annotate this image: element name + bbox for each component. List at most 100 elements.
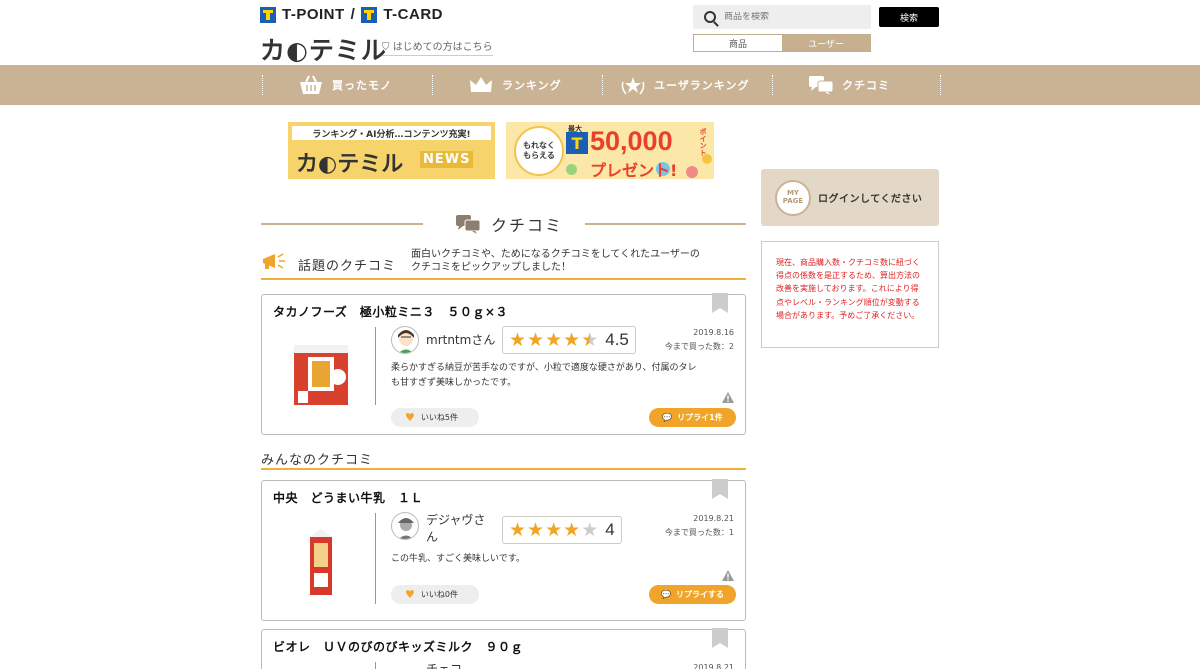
like-count: いいね0件 <box>420 590 458 599</box>
news-banner-top: ランキング・AI分析…コンテンツ充実! <box>292 126 491 140</box>
search-button[interactable]: 検索 <box>879 7 939 27</box>
nav-label: 買ったモノ <box>332 79 392 92</box>
nav-item-bought[interactable]: 買ったモノ <box>298 65 392 105</box>
half-star-icon: ★ <box>581 328 599 351</box>
review-date: 2019.8.21 <box>693 514 734 523</box>
present-circle: もれなく もらえる <box>514 126 564 176</box>
brand-sep: / <box>350 6 356 23</box>
avatar[interactable] <box>391 326 419 354</box>
news-banner[interactable]: ランキング・AI分析…コンテンツ充実! カ◐テミル NEWS <box>288 122 495 179</box>
username[interactable]: デジャヴさ ん <box>426 512 485 546</box>
search-icon <box>704 11 716 23</box>
reply-button[interactable]: 💬 リプライする <box>649 585 736 604</box>
product-title[interactable]: タカノフーズ 極小粒ミニ３ ５０ｇ×３ <box>273 303 508 320</box>
login-prompt: ログインしてください <box>818 194 923 205</box>
divider <box>375 662 376 669</box>
reply-label: リプライする <box>675 590 724 599</box>
empty-star-icon: ★ <box>581 518 599 541</box>
username-line: ん <box>426 529 439 544</box>
nav-divider <box>772 75 773 95</box>
star-icon: ★ <box>545 518 563 541</box>
user-avatar-icon <box>398 518 414 539</box>
reply-label: リプライ1件 <box>677 413 723 422</box>
like-button[interactable]: ♥ いいね5件 <box>391 408 479 427</box>
bookmark-icon[interactable] <box>712 479 728 499</box>
star-icon: ★ <box>509 328 527 351</box>
t-logo-icon <box>260 6 276 23</box>
review-text-line: も甘すぎず美味しかったです。 <box>391 378 517 389</box>
present-unit: ポイント <box>699 128 707 156</box>
chat-bubble-icon: 💬 <box>661 590 671 599</box>
nav-divider <box>262 75 263 95</box>
present-amount: 50,000 <box>590 126 673 156</box>
chat-bubble-icon: 💬 <box>662 413 673 422</box>
bought-count: 今まで買った数：1 <box>664 528 734 538</box>
rating-score: 4 <box>605 520 615 539</box>
username[interactable]: mrtntmさん <box>426 332 495 349</box>
star-icon: ★ <box>527 518 545 541</box>
mypage-login-box[interactable]: MY PAGE ログインしてください <box>761 169 939 226</box>
report-icon[interactable] <box>722 570 734 581</box>
heart-icon: ♥ <box>405 588 415 601</box>
brand-tpoint: T-POINT <box>282 6 345 23</box>
nav-divider <box>602 75 603 95</box>
notice-box: 現在、商品購入数・クチコミ数に紐づく得点の係数を是正するため、算出方法の改善を実… <box>761 241 939 348</box>
star-rating: ★ ★ ★ ★ ★ 4.5 <box>502 326 636 354</box>
bookmark-icon[interactable] <box>712 293 728 313</box>
basket-icon <box>300 75 322 94</box>
star-icon: ★ <box>527 328 545 351</box>
present-label: プレゼント! <box>590 161 678 179</box>
present-banner[interactable]: もれなく もらえる 最大 T 50,000 ポイント プレゼント! <box>506 122 714 179</box>
heart-icon: ♥ <box>405 411 415 424</box>
hot-desc-line: クチコミをピックアップしました！ <box>411 262 571 273</box>
review-card: タカノフーズ 極小粒ミニ３ ５０ｇ×３ mrtntmさん ★ ★ ★ ★ ★ 4… <box>261 293 746 435</box>
tpoint-brand[interactable]: T-POINT / T-CARD <box>260 6 443 23</box>
hot-reviews-title: 話題のクチコミ <box>298 259 397 274</box>
review-card: ビオレ ＵＶのびのびキッズミルク ９０ｇ チェコ 2019.8.21 <box>261 628 746 669</box>
like-button[interactable]: ♥ いいね0件 <box>391 585 479 604</box>
review-date: 2019.8.21 <box>693 663 734 669</box>
like-count: いいね5件 <box>420 413 458 422</box>
mypage-badge: MY PAGE <box>775 180 811 216</box>
reply-button[interactable]: 💬 リプライ1件 <box>649 408 736 427</box>
rating-score: 4.5 <box>605 330 629 349</box>
review-meta: 2019.8.16 今まで買った数：2 <box>665 326 734 355</box>
section-title: クチコミ <box>261 212 746 236</box>
scope-user[interactable]: ユーザー <box>782 35 870 51</box>
username[interactable]: チェコ <box>426 661 462 669</box>
main-nav: 買ったモノ ランキング ユーザランキング クチコミ <box>0 65 1200 105</box>
speech-bubbles-icon <box>456 215 481 234</box>
review-text: 柔らかすぎる納豆が苦手なのですが、小粒で適度な硬さがあり、付属のタレ も甘すぎず… <box>391 361 731 392</box>
review-meta: 2019.8.21 今まで買った数：1 <box>665 512 734 541</box>
section-title-label-wrap: クチコミ <box>455 212 563 236</box>
hot-desc-line: 面白いクチコミや、ためになるクチコミをしてくれたユーザーの <box>411 249 700 260</box>
report-icon[interactable] <box>722 392 734 403</box>
product-title[interactable]: ビオレ ＵＶのびのびキッズミルク ９０ｇ <box>273 638 523 655</box>
star-icon: ★ <box>509 518 527 541</box>
nav-item-ranking[interactable]: ランキング <box>468 65 562 105</box>
nav-label: クチコミ <box>842 79 890 92</box>
product-image[interactable] <box>306 529 336 597</box>
news-banner-tag: NEWS <box>420 151 474 168</box>
speech-bubbles-icon <box>809 76 834 95</box>
section-title-text: クチコミ <box>491 216 564 235</box>
nav-item-user-ranking[interactable]: ユーザランキング <box>620 65 749 105</box>
nav-item-kuchikomi[interactable]: クチコミ <box>808 65 890 105</box>
bookmark-icon[interactable] <box>712 628 728 648</box>
megaphone-icon <box>263 253 285 269</box>
first-time-label: はじめての方はこちら <box>392 42 493 53</box>
bought-count: 今まで買った数：2 <box>664 342 734 352</box>
product-title[interactable]: 中央 どうまい牛乳 １Ｌ <box>273 489 423 506</box>
nav-divider <box>940 75 941 95</box>
search-box[interactable] <box>693 5 871 29</box>
product-image[interactable] <box>292 343 350 409</box>
review-date: 2019.8.16 <box>693 328 734 337</box>
scope-product[interactable]: 商品 <box>694 35 782 51</box>
first-time-link[interactable]: ⛉ はじめての方はこちら <box>382 38 493 56</box>
search-input[interactable] <box>724 12 864 22</box>
nav-label: ランキング <box>502 79 562 92</box>
username-line: デジャヴさ <box>426 513 486 527</box>
t-logo-icon <box>361 6 378 23</box>
site-logo[interactable]: カ◐テミル <box>260 31 387 67</box>
avatar[interactable] <box>391 512 419 540</box>
